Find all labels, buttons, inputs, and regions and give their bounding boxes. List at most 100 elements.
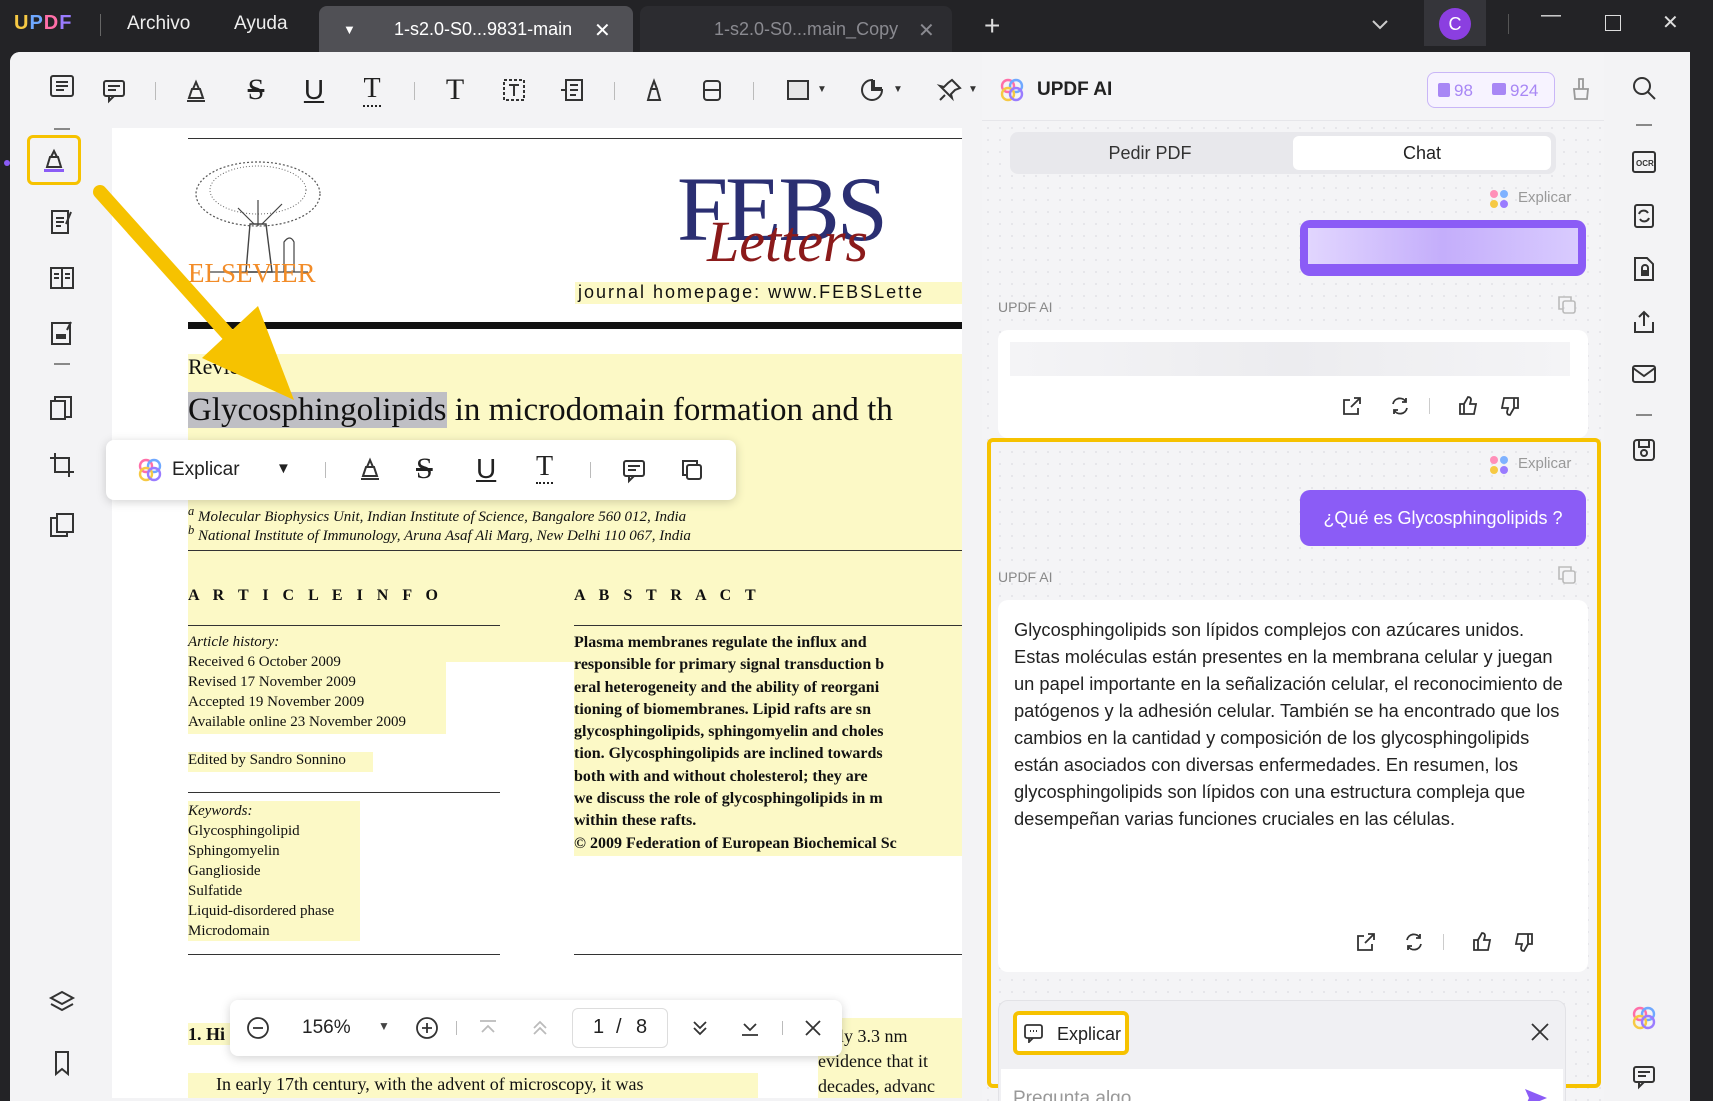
underline-icon[interactable]: U <box>296 72 332 108</box>
remove-prompt-icon[interactable] <box>1529 1021 1551 1043</box>
tab-document-copy[interactable]: 1-s2.0-S0...main_Copy ✕ <box>640 6 952 52</box>
ocr-icon[interactable]: OCR <box>1624 142 1664 182</box>
menu-archivo[interactable]: Archivo <box>127 13 190 35</box>
copy-icon[interactable] <box>1556 294 1578 316</box>
maximize-icon[interactable] <box>1605 15 1621 31</box>
reader-mode-icon[interactable] <box>35 64 89 110</box>
search-icon[interactable] <box>1624 68 1664 108</box>
regenerate-icon[interactable] <box>1388 394 1412 418</box>
zoom-out-icon[interactable] <box>246 1016 270 1040</box>
open-external-icon[interactable] <box>1340 394 1364 418</box>
pin-dropdown-icon[interactable]: ▼ <box>968 84 978 95</box>
close-bar-icon[interactable] <box>801 1016 825 1040</box>
comment-icon[interactable] <box>620 456 648 484</box>
comments-panel-icon[interactable] <box>1624 1056 1664 1096</box>
fill-sign-icon[interactable] <box>35 310 89 356</box>
bookmark-icon[interactable] <box>35 1040 89 1086</box>
explain-dropdown-icon[interactable]: ▼ <box>276 460 291 477</box>
journal-homepage: journal homepage: www.FEBSLette <box>578 282 925 302</box>
zoom-dropdown-icon[interactable]: ▼ <box>378 1019 390 1033</box>
last-page-icon[interactable] <box>738 1016 762 1040</box>
previous-page-icon[interactable] <box>528 1016 552 1040</box>
convert-icon[interactable] <box>1624 196 1664 236</box>
sticker-dropdown-icon[interactable]: ▼ <box>893 84 903 95</box>
rule-line <box>574 625 962 626</box>
batch-icon[interactable] <box>35 502 89 548</box>
comment-icon[interactable] <box>96 72 132 108</box>
pin-icon[interactable] <box>932 72 968 108</box>
highlight-icon[interactable] <box>356 454 384 484</box>
zoom-level[interactable]: 156% <box>302 1017 351 1039</box>
copy-icon[interactable] <box>1556 564 1578 586</box>
shape-dropdown-icon[interactable]: ▼ <box>817 84 827 95</box>
updf-ai-icon[interactable] <box>1624 998 1664 1038</box>
protect-icon[interactable] <box>1624 249 1664 289</box>
abstract-line: eral heterogeneity and the ability of re… <box>574 678 880 696</box>
highlight-icon[interactable] <box>178 72 214 108</box>
squiggly-icon[interactable]: T <box>354 72 390 108</box>
open-external-icon[interactable] <box>1354 930 1378 954</box>
save-icon[interactable] <box>1624 430 1664 470</box>
edit-pdf-icon[interactable] <box>35 199 89 245</box>
eraser-icon[interactable] <box>694 72 730 108</box>
tabs-dropdown-chevron-icon[interactable] <box>1370 14 1390 34</box>
article-history: Article history: Received 6 October 2009… <box>188 632 406 732</box>
tab-ask-pdf[interactable]: Pedir PDF <box>1010 132 1290 174</box>
history-line: Revised 17 November 2009 <box>188 674 356 690</box>
pdf-count: 98 <box>1454 81 1473 100</box>
pencil-icon[interactable] <box>636 72 672 108</box>
text-box-icon[interactable]: T <box>437 72 473 108</box>
shape-icon[interactable] <box>780 72 816 108</box>
ai-response-text: Glycosphingolipids son lípidos complejos… <box>1014 619 1563 829</box>
comment-mode-icon[interactable] <box>27 135 81 185</box>
abstract-line: both with and without cholesterol; they … <box>574 767 868 785</box>
close-window-icon[interactable]: ✕ <box>1662 10 1679 35</box>
updf-ai-icon[interactable] <box>136 456 164 484</box>
next-page-icon[interactable] <box>688 1016 712 1040</box>
text-callout-icon[interactable] <box>554 72 590 108</box>
explain-tag-label: Explicar <box>1518 189 1572 206</box>
first-page-icon[interactable] <box>476 1016 500 1040</box>
zoom-in-icon[interactable] <box>415 1016 439 1040</box>
menu-ayuda[interactable]: Ayuda <box>234 13 288 35</box>
title-divider <box>1508 14 1509 34</box>
minimize-icon[interactable]: — <box>1541 4 1561 27</box>
text-box-frame-icon[interactable] <box>496 72 532 108</box>
share-icon[interactable] <box>1624 302 1664 342</box>
thumbs-up-icon[interactable] <box>1470 930 1494 954</box>
extract-pages-icon[interactable] <box>35 385 89 431</box>
tab-document-main[interactable]: ▼ 1-s2.0-S0...9831-main ✕ <box>319 6 633 52</box>
sticker-icon[interactable] <box>854 72 890 108</box>
sidebar-divider <box>54 128 70 130</box>
tab-dropdown-icon[interactable]: ▼ <box>343 22 356 37</box>
strikethrough-icon[interactable]: S <box>238 72 274 108</box>
new-tab-plus-icon[interactable]: + <box>984 10 1000 42</box>
underline-icon[interactable]: U <box>476 453 496 485</box>
rule-line <box>188 138 962 139</box>
action-divider <box>1429 398 1430 414</box>
annotation-arrow-icon <box>93 185 294 400</box>
clean-chat-icon[interactable] <box>1570 76 1592 102</box>
prompt-chip[interactable]: Explicar <box>1013 1011 1129 1055</box>
usage-counter[interactable]: 98 924 <box>1427 72 1555 108</box>
tab-close-icon[interactable]: ✕ <box>594 18 611 43</box>
chat-input-field[interactable]: Pregunta algo <box>1001 1069 1563 1101</box>
crop-icon[interactable] <box>35 442 89 488</box>
thumbs-up-icon[interactable] <box>1456 394 1480 418</box>
thumbs-down-icon[interactable] <box>1512 930 1536 954</box>
tab-chat[interactable]: Chat <box>1293 136 1551 170</box>
email-icon[interactable] <box>1624 354 1664 394</box>
copy-icon[interactable] <box>678 456 706 484</box>
explain-button[interactable]: Explicar <box>172 459 240 481</box>
chat-count: 924 <box>1510 81 1539 100</box>
thumbs-down-icon[interactable] <box>1498 394 1522 418</box>
organize-pages-icon[interactable] <box>35 255 89 301</box>
mode-tabs: Pedir PDF Chat <box>1010 132 1556 174</box>
squiggly-icon[interactable]: T <box>536 452 554 484</box>
tab-close-icon[interactable]: ✕ <box>918 18 935 43</box>
layers-icon[interactable] <box>35 979 89 1025</box>
avatar[interactable]: C <box>1439 8 1471 40</box>
send-icon[interactable] <box>1523 1086 1549 1101</box>
strikethrough-icon[interactable]: S <box>416 452 433 486</box>
regenerate-icon[interactable] <box>1402 930 1426 954</box>
